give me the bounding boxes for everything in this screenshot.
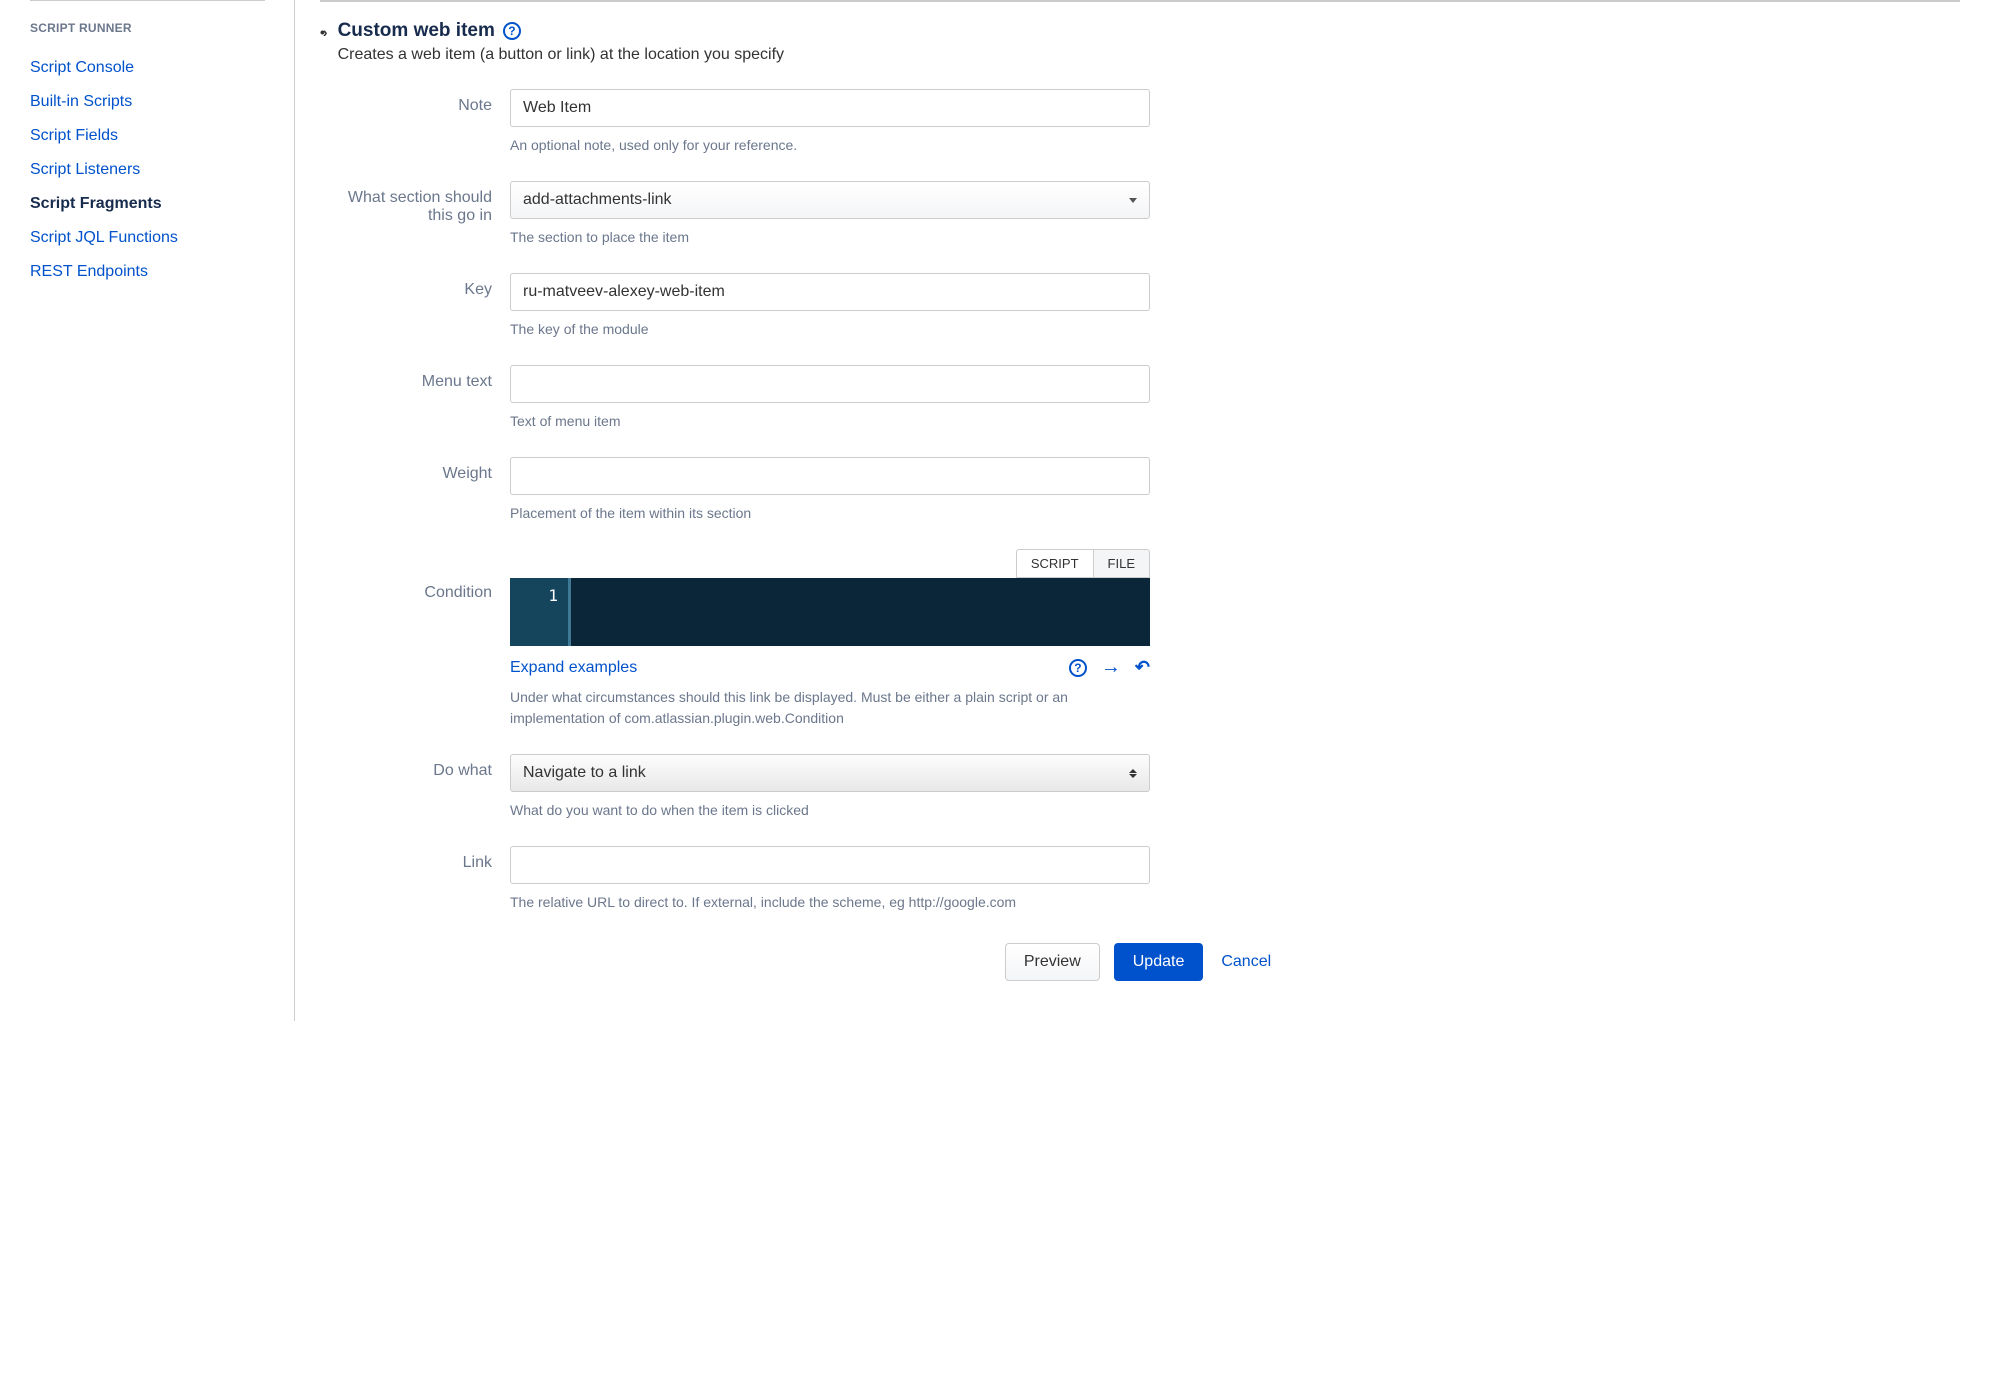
arrow-right-icon[interactable]: → xyxy=(1101,656,1121,679)
update-button[interactable]: Update xyxy=(1114,943,1204,981)
link-input[interactable] xyxy=(510,846,1150,884)
section-label: What section should this go in xyxy=(320,181,510,248)
section-help: The section to place the item xyxy=(510,227,1150,248)
note-input[interactable] xyxy=(510,89,1150,127)
editor-gutter: 1 xyxy=(510,578,568,646)
menu-text-input[interactable] xyxy=(510,365,1150,403)
sidebar-item-script-console[interactable]: Script Console xyxy=(30,51,265,85)
link-help: The relative URL to direct to. If extern… xyxy=(510,892,1150,913)
section-select[interactable]: add-attachments-link xyxy=(510,181,1150,219)
tab-file[interactable]: FILE xyxy=(1093,549,1150,578)
sidebar-item-script-fragments[interactable]: Script Fragments xyxy=(30,187,265,221)
condition-help-icon[interactable]: ? xyxy=(1069,659,1087,677)
chevron-down-icon xyxy=(1129,198,1137,203)
sidebar-item-rest-endpoints[interactable]: REST Endpoints xyxy=(30,255,265,289)
updown-icon xyxy=(1129,769,1137,778)
page-header: •› Custom web item ? Creates a web item … xyxy=(320,20,1960,64)
cancel-button[interactable]: Cancel xyxy=(1217,944,1275,980)
note-help: An optional note, used only for your ref… xyxy=(510,135,1150,156)
menu-text-help: Text of menu item xyxy=(510,411,1150,432)
weight-input[interactable] xyxy=(510,457,1150,495)
button-row: Preview Update Cancel xyxy=(320,943,1960,981)
main-content: •› Custom web item ? Creates a web item … xyxy=(295,0,2000,1021)
code-icon: •› xyxy=(320,24,326,40)
sidebar-heading: SCRIPT RUNNER xyxy=(30,21,265,35)
sidebar-divider xyxy=(30,0,265,1)
page-title: Custom web item xyxy=(338,20,495,42)
key-help: The key of the module xyxy=(510,319,1150,340)
sidebar-item-script-listeners[interactable]: Script Listeners xyxy=(30,153,265,187)
key-label: Key xyxy=(320,273,510,340)
key-input[interactable] xyxy=(510,273,1150,311)
do-what-help: What do you want to do when the item is … xyxy=(510,800,1150,821)
code-editor[interactable]: 1 xyxy=(510,578,1150,646)
note-label: Note xyxy=(320,89,510,156)
expand-examples-link[interactable]: Expand examples xyxy=(510,659,637,677)
sidebar-item-script-fields[interactable]: Script Fields xyxy=(30,119,265,153)
editor-body[interactable] xyxy=(571,578,1150,646)
do-what-label: Do what xyxy=(320,754,510,821)
preview-button[interactable]: Preview xyxy=(1005,943,1100,981)
link-label: Link xyxy=(320,846,510,913)
section-value: add-attachments-link xyxy=(523,191,672,209)
tab-script[interactable]: SCRIPT xyxy=(1016,549,1093,578)
page-subtitle: Creates a web item (a button or link) at… xyxy=(338,46,1960,64)
menu-text-label: Menu text xyxy=(320,365,510,432)
sidebar-item-script-jql-functions[interactable]: Script JQL Functions xyxy=(30,221,265,255)
weight-help: Placement of the item within its section xyxy=(510,503,1150,524)
do-what-value: Navigate to a link xyxy=(523,764,646,782)
sidebar-item-built-in-scripts[interactable]: Built-in Scripts xyxy=(30,85,265,119)
weight-label: Weight xyxy=(320,457,510,524)
arrow-return-icon[interactable]: ↶ xyxy=(1135,657,1150,678)
main-divider xyxy=(320,0,1960,2)
do-what-select[interactable]: Navigate to a link xyxy=(510,754,1150,792)
condition-help: Under what circumstances should this lin… xyxy=(510,687,1150,729)
condition-label: Condition xyxy=(320,549,510,729)
help-icon[interactable]: ? xyxy=(503,22,521,40)
sidebar: SCRIPT RUNNER Script Console Built-in Sc… xyxy=(0,0,295,1021)
